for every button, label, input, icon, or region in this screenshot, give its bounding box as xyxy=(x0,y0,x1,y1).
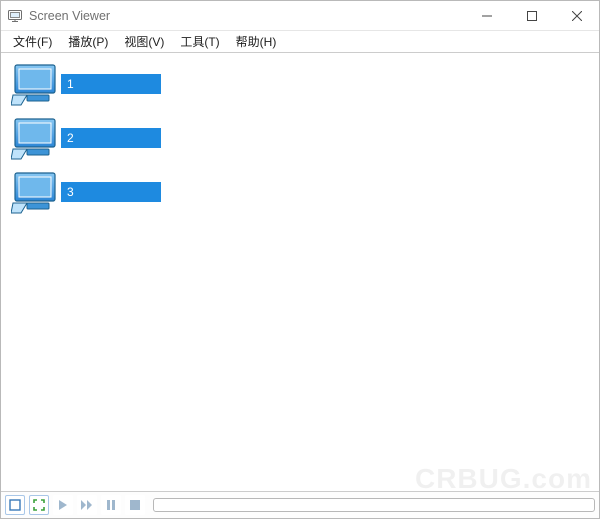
window-title: Screen Viewer xyxy=(29,9,110,23)
menu-view[interactable]: 视图(V) xyxy=(116,31,172,52)
fullscreen-button[interactable] xyxy=(29,495,49,515)
monitor-icon xyxy=(11,115,65,161)
single-view-button[interactable] xyxy=(5,495,25,515)
list-item[interactable]: 1 xyxy=(11,61,589,107)
playback-toolbar xyxy=(1,492,599,518)
app-window: Screen Viewer 文件(F) 播放(P) 视图(V) 工具(T) 帮助… xyxy=(0,0,600,519)
play-button[interactable] xyxy=(53,495,73,515)
app-icon xyxy=(7,8,23,24)
menu-file[interactable]: 文件(F) xyxy=(5,31,60,52)
menubar: 文件(F) 播放(P) 视图(V) 工具(T) 帮助(H) xyxy=(1,31,599,53)
pause-button[interactable] xyxy=(101,495,121,515)
list-item[interactable]: 2 xyxy=(11,115,589,161)
menu-help[interactable]: 帮助(H) xyxy=(228,31,285,52)
menu-tools[interactable]: 工具(T) xyxy=(172,31,227,52)
maximize-button[interactable] xyxy=(509,1,554,30)
minimize-button[interactable] xyxy=(464,1,509,30)
menu-play[interactable]: 播放(P) xyxy=(60,31,116,52)
device-list: 1 2 3 xyxy=(1,53,599,492)
close-button[interactable] xyxy=(554,1,599,30)
progress-bar[interactable] xyxy=(153,498,595,512)
fast-forward-button[interactable] xyxy=(77,495,97,515)
monitor-icon xyxy=(11,169,65,215)
window-controls xyxy=(464,1,599,30)
device-label: 1 xyxy=(61,74,161,94)
device-label: 2 xyxy=(61,128,161,148)
monitor-icon xyxy=(11,61,65,107)
list-item[interactable]: 3 xyxy=(11,169,589,215)
titlebar: Screen Viewer xyxy=(1,1,599,31)
device-label: 3 xyxy=(61,182,161,202)
stop-button[interactable] xyxy=(125,495,145,515)
